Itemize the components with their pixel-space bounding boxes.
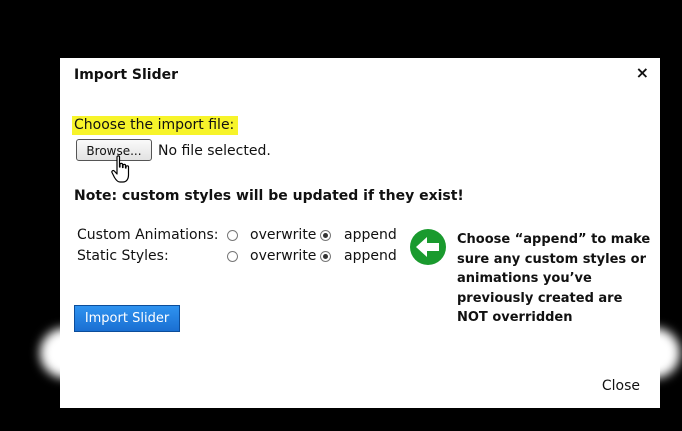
overwrite-label: overwrite [250,227,317,243]
close-icon[interactable]: × [636,64,649,82]
append-radio[interactable] [320,230,331,241]
import-slider-dialog: Import Slider × Choose the import file: … [60,58,660,408]
append-radio[interactable] [320,251,331,262]
dialog-title: Import Slider [74,67,179,83]
close-button[interactable]: Close [602,378,640,394]
hand-cursor-icon [111,155,130,183]
option-label: Static Styles: [77,248,169,264]
append-label: append [344,248,397,264]
option-row-custom-animations: Custom Animations: overwrite append [77,227,407,247]
note-text: Note: custom styles will be updated if t… [74,188,464,204]
option-row-static-styles: Static Styles: overwrite append [77,248,407,268]
append-label: append [344,227,397,243]
overwrite-radio[interactable] [227,230,238,241]
file-status: No file selected. [158,143,271,159]
overwrite-label: overwrite [250,248,317,264]
left-arrow-icon [410,229,446,265]
choose-file-label: Choose the import file: [72,116,239,135]
option-label: Custom Animations: [77,227,219,243]
append-hint: Choose “append” to make sure any custom … [457,232,651,325]
overwrite-radio[interactable] [227,251,238,262]
import-slider-button[interactable]: Import Slider [74,305,180,332]
